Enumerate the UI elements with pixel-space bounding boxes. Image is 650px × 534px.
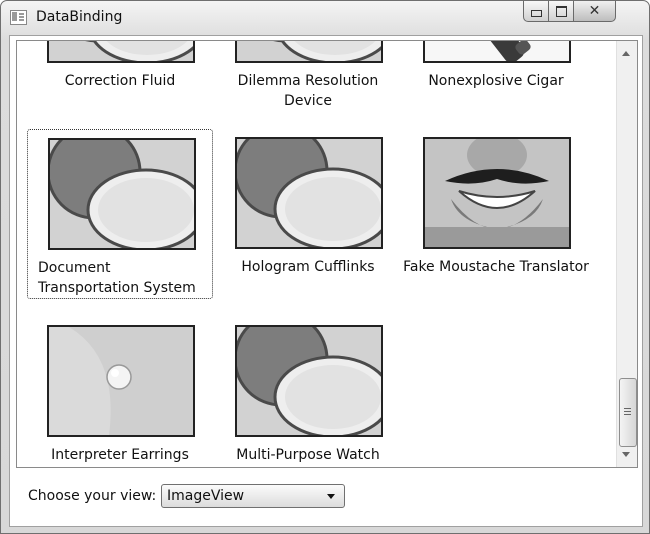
- product-image-compact: [235, 41, 383, 63]
- scroll-up-arrow-icon[interactable]: [622, 51, 630, 56]
- minimize-icon: [530, 9, 542, 17]
- client-area: Correction Fluid Dilemma Resolution Devi…: [9, 35, 643, 527]
- product-item[interactable]: Hologram Cufflinks: [215, 129, 401, 299]
- product-name: Document Transportation System: [38, 260, 196, 296]
- product-item[interactable]: Multi-Purpose Watch: [215, 317, 401, 467]
- product-name: Nonexplosive Cigar: [428, 73, 564, 89]
- product-image-moustache: [423, 137, 571, 249]
- product-item[interactable]: Interpreter Earrings: [27, 317, 213, 467]
- product-item[interactable]: Dilemma Resolution Device: [215, 41, 401, 113]
- chevron-down-icon[interactable]: [327, 494, 335, 499]
- product-item[interactable]: Nonexplosive Cigar: [403, 41, 589, 113]
- product-image-cigar: [423, 41, 571, 63]
- view-label: Choose your view:: [28, 488, 157, 504]
- product-image-compact: [48, 138, 196, 250]
- product-item[interactable]: Fake Moustache Translator: [403, 129, 589, 299]
- product-name: Interpreter Earrings: [51, 447, 189, 463]
- product-name: Hologram Cufflinks: [241, 259, 375, 275]
- product-item[interactable]: Correction Fluid: [27, 41, 213, 113]
- product-image-compact: [235, 137, 383, 249]
- product-name: Multi-Purpose Watch: [236, 447, 380, 463]
- databinding-window: DataBinding ✕ Correction Fluid Dilemma R…: [0, 0, 650, 534]
- scrollbar-thumb[interactable]: [619, 378, 637, 447]
- grip-icon: [624, 408, 631, 409]
- title-bar[interactable]: DataBinding ✕: [1, 1, 649, 35]
- app-window-icon[interactable]: [10, 10, 27, 25]
- close-button[interactable]: ✕: [573, 1, 616, 22]
- product-image-earring: [47, 325, 195, 437]
- product-image-compact: [235, 325, 383, 437]
- product-image-compact: [47, 41, 195, 63]
- view-selected-value: ImageView: [167, 488, 245, 504]
- vertical-scrollbar[interactable]: [616, 41, 637, 467]
- maximize-button[interactable]: [548, 1, 574, 22]
- caption-buttons: ✕: [523, 1, 641, 23]
- view-combobox[interactable]: ImageView: [161, 484, 345, 508]
- window-title: DataBinding: [36, 9, 123, 25]
- product-name: Fake Moustache Translator: [403, 259, 589, 275]
- minimize-button[interactable]: [523, 1, 549, 22]
- product-listbox[interactable]: Correction Fluid Dilemma Resolution Devi…: [16, 40, 638, 468]
- product-name: Correction Fluid: [64, 73, 176, 89]
- scroll-down-arrow-icon[interactable]: [622, 452, 630, 457]
- close-icon: ✕: [588, 3, 601, 19]
- product-item-selected[interactable]: Document Transportation System: [27, 129, 213, 299]
- product-grid: Correction Fluid Dilemma Resolution Devi…: [17, 41, 617, 467]
- maximize-icon: [555, 5, 567, 17]
- product-name: Dilemma Resolution Device: [237, 73, 379, 109]
